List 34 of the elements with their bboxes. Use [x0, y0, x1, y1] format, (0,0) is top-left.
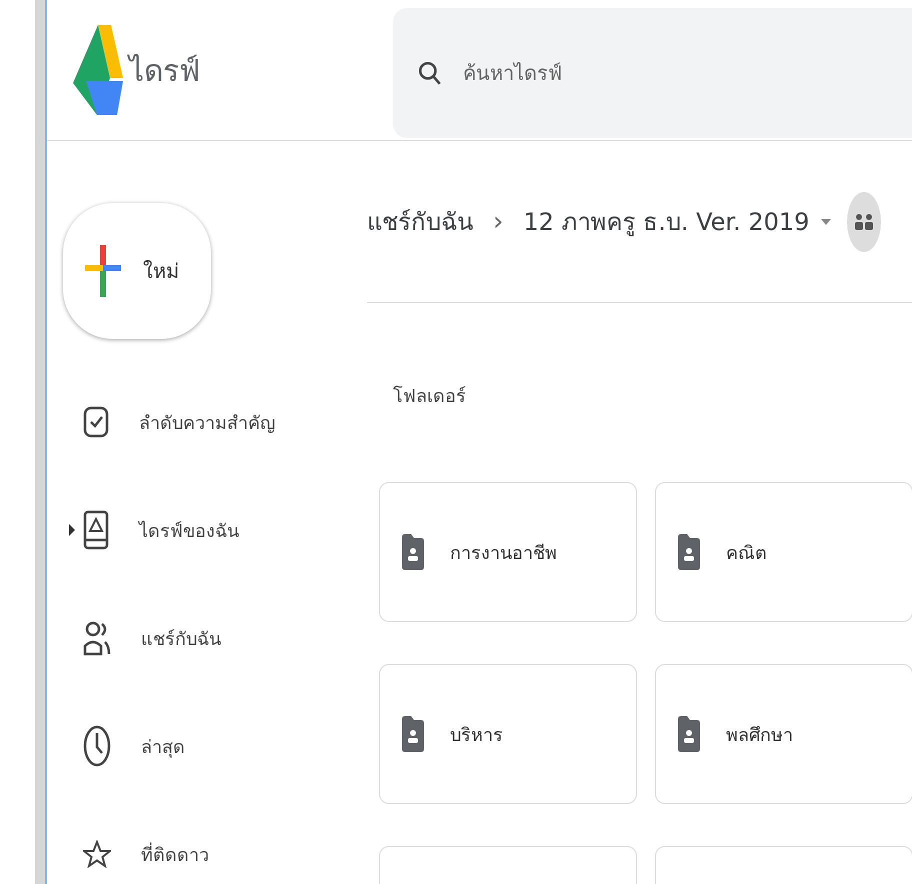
- folder-card[interactable]: การงานอาชีพ: [379, 482, 637, 622]
- star-icon: [83, 840, 111, 868]
- sidebar-item[interactable]: ไดรฟ์ของฉัน: [139, 516, 239, 544]
- expand-arrow-icon[interactable]: [69, 524, 75, 536]
- shared-people-icon: [847, 192, 882, 252]
- folder-card[interactable]: พลศึกษา: [655, 664, 912, 804]
- folder-name: บริหาร: [450, 724, 503, 748]
- folder-card[interactable]: บริหาร: [379, 664, 637, 804]
- plus-icon: [85, 245, 121, 297]
- sidebar-item[interactable]: ล่าสุด: [141, 732, 185, 760]
- breadcrumb-separator: ›: [493, 206, 504, 236]
- folder-name: คณิต: [726, 542, 767, 566]
- search-field[interactable]: ค้นหาไดรฟ์: [393, 8, 912, 138]
- section-heading: โฟลเดอร์: [393, 384, 467, 409]
- folder-name: พลศึกษา: [726, 724, 793, 748]
- shared-folder-icon: [402, 716, 424, 752]
- drive-icon: [83, 510, 109, 550]
- sidebar-item[interactable]: ที่ติดดาว: [141, 840, 209, 868]
- sidebar-item[interactable]: ลำดับความสำคัญ: [139, 408, 275, 436]
- sidebar-item[interactable]: แชร์กับฉัน: [141, 624, 221, 652]
- shared-folder-icon: [678, 534, 700, 570]
- app-title: ไดรฟ์: [129, 52, 200, 90]
- folder-card[interactable]: คณิต: [655, 482, 912, 622]
- people-icon: [83, 620, 111, 656]
- drive-logo-icon: [73, 23, 123, 117]
- folder-name: การงานอาชีพ: [450, 542, 557, 566]
- shared-folder-icon: [402, 534, 424, 570]
- checkbox-icon: [83, 406, 109, 438]
- caret-icon[interactable]: [821, 218, 832, 224]
- shared-folder-icon: [678, 716, 700, 752]
- breadcrumb-link[interactable]: แชร์กับฉัน: [367, 202, 473, 241]
- clock-icon: [83, 725, 111, 767]
- new-button[interactable]: ใหม่: [63, 203, 211, 339]
- current-folder-title[interactable]: 12 ภาพครู ธ.บ. Ver. 2019: [523, 202, 810, 241]
